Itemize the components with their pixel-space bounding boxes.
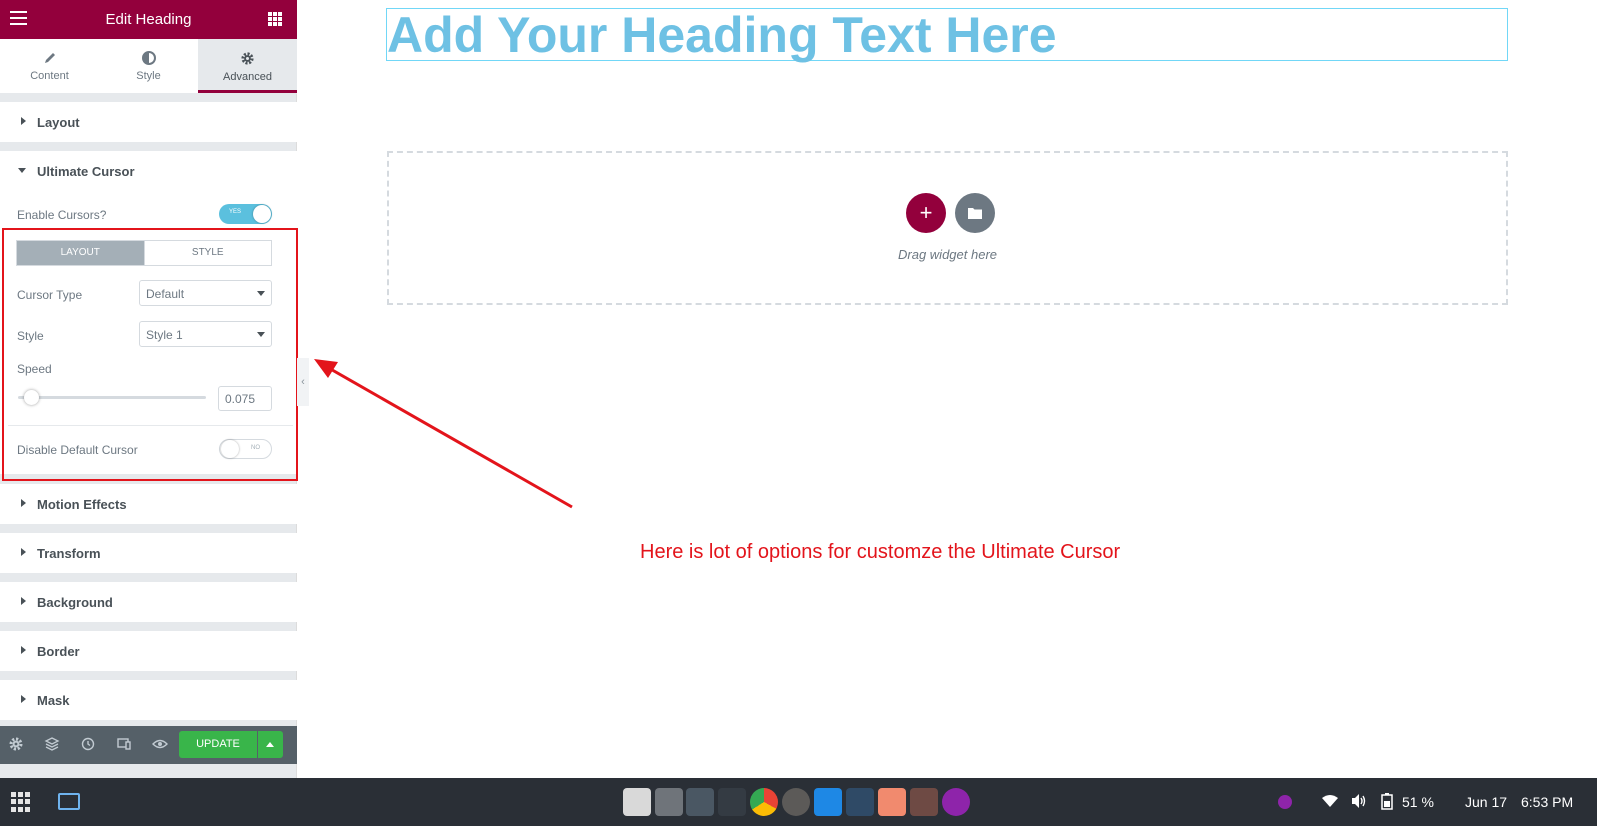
window-switcher-icon[interactable]: [58, 793, 80, 810]
tab-content-label: Content: [30, 70, 69, 82]
folder-icon: [968, 208, 982, 219]
section-background-label: Background: [37, 595, 113, 610]
gear-icon: [241, 52, 254, 65]
section-ultimate-cursor-label: Ultimate Cursor: [37, 164, 135, 179]
pencil-icon: [44, 53, 55, 63]
section-background[interactable]: Background: [0, 582, 297, 622]
tray-date[interactable]: Jun 17: [1465, 794, 1507, 810]
enable-cursors-label: Enable Cursors?: [17, 208, 107, 222]
add-section-button[interactable]: +: [906, 193, 946, 233]
add-template-button[interactable]: [955, 193, 995, 233]
tab-style[interactable]: Style: [99, 39, 198, 93]
widgets-grid-icon[interactable]: [268, 12, 282, 26]
section-motion-effects[interactable]: Motion Effects: [0, 484, 297, 524]
half-circle-icon: [141, 51, 156, 65]
vscode-app-icon[interactable]: [814, 788, 842, 816]
drop-zone[interactable]: + Drag widget here: [387, 151, 1508, 305]
caret-down-icon: [18, 168, 26, 173]
caret-right-icon: [21, 695, 26, 703]
preview-eye-icon[interactable]: [152, 736, 168, 752]
annotation-arrow-icon: [314, 359, 573, 509]
heading-text[interactable]: Add Your Heading Text Here: [387, 9, 1057, 61]
image-viewer-alt-app-icon[interactable]: [910, 788, 938, 816]
tab-advanced-label: Advanced: [223, 71, 272, 83]
chrome-alt-app-icon[interactable]: [782, 788, 810, 816]
caret-up-icon: [266, 742, 274, 747]
update-options-button[interactable]: [258, 731, 283, 758]
section-mask-label: Mask: [37, 693, 70, 708]
panel-title: Edit Heading: [105, 11, 192, 28]
caret-right-icon: [21, 117, 26, 125]
section-border[interactable]: Border: [0, 631, 297, 671]
wifi-icon[interactable]: [1321, 794, 1339, 808]
vscode-alt-app-icon[interactable]: [846, 788, 874, 816]
tray-app-icon[interactable]: [1278, 795, 1292, 809]
firebase-app-icon[interactable]: [942, 788, 970, 816]
tab-advanced[interactable]: Advanced: [198, 39, 297, 93]
caret-right-icon: [21, 499, 26, 507]
section-layout[interactable]: Layout: [0, 102, 297, 142]
folder-app-icon[interactable]: [655, 788, 683, 816]
drag-widget-hint: Drag widget here: [898, 247, 997, 262]
layers-icon[interactable]: [44, 736, 60, 752]
image-viewer-app-icon[interactable]: [878, 788, 906, 816]
caret-right-icon: [21, 597, 26, 605]
update-button[interactable]: UPDATE: [179, 731, 257, 758]
editor-panel: Edit Heading Content Style Advanced Layo…: [0, 0, 298, 778]
settings-gear-icon[interactable]: [8, 736, 24, 752]
section-mask[interactable]: Mask: [0, 680, 297, 720]
battery-icon[interactable]: [1381, 792, 1393, 810]
caret-right-icon: [21, 646, 26, 654]
terminal-alt-app-icon[interactable]: [718, 788, 746, 816]
enable-toggle-text: YES: [229, 209, 242, 215]
tab-content[interactable]: Content: [0, 39, 99, 93]
tab-style-label: Style: [136, 70, 161, 82]
panel-tabs: Content Style Advanced: [0, 39, 297, 94]
enable-cursors-toggle[interactable]: YES: [219, 204, 272, 224]
caret-right-icon: [21, 548, 26, 556]
annotation-highlight-box: [2, 228, 298, 481]
responsive-icon[interactable]: [116, 736, 132, 752]
plus-icon: +: [919, 200, 933, 225]
section-motion-effects-label: Motion Effects: [37, 497, 127, 512]
section-transform-label: Transform: [37, 546, 101, 561]
chrome-app-icon[interactable]: [750, 788, 778, 816]
terminal-app-icon[interactable]: [686, 788, 714, 816]
battery-percent: 51 %: [1402, 794, 1434, 810]
annotation-text: Here is lot of options for customze the …: [640, 541, 1121, 563]
volume-icon[interactable]: [1350, 793, 1368, 809]
toggle-knob: [253, 205, 271, 223]
panel-header: Edit Heading: [0, 0, 297, 39]
section-layout-label: Layout: [37, 115, 80, 130]
section-transform[interactable]: Transform: [0, 533, 297, 573]
section-border-label: Border: [37, 644, 80, 659]
tray-time[interactable]: 6:53 PM: [1521, 794, 1573, 810]
app-launcher-icon[interactable]: [11, 792, 31, 812]
panel-footer: UPDATE: [0, 726, 297, 764]
section-ultimate-cursor[interactable]: Ultimate Cursor: [0, 151, 297, 191]
files-app-icon[interactable]: [623, 788, 651, 816]
os-taskbar: 51 % Jun 17 6:53 PM: [0, 778, 1597, 826]
heading-widget[interactable]: Add Your Heading Text Here: [386, 8, 1508, 61]
history-icon[interactable]: [80, 736, 96, 752]
